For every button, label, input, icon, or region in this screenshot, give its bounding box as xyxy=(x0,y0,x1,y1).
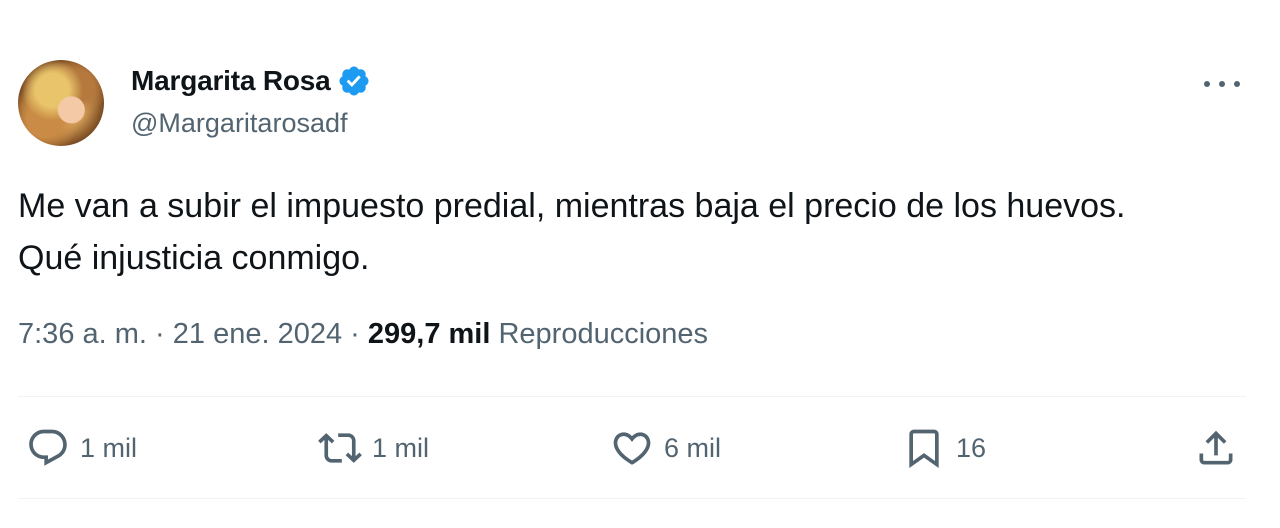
divider-bottom xyxy=(18,498,1246,499)
retweet-icon xyxy=(318,433,362,463)
like-button[interactable]: 6 mil xyxy=(610,420,721,476)
bookmark-icon xyxy=(909,429,939,469)
tweet-actions-bar: 1 mil 1 mil 6 mil 16 xyxy=(0,420,1280,476)
bookmark-button[interactable]: 16 xyxy=(902,420,986,476)
heart-icon xyxy=(613,432,651,465)
reply-button[interactable]: 1 mil xyxy=(26,420,137,476)
meta-separator: · xyxy=(155,318,165,350)
verified-badge-icon[interactable] xyxy=(337,64,371,98)
author-display-name[interactable]: Margarita Rosa xyxy=(131,65,331,97)
share-button[interactable] xyxy=(1194,420,1238,476)
views-count[interactable]: 299,7 mil xyxy=(368,318,491,350)
retweet-count: 1 mil xyxy=(372,432,430,463)
divider-top xyxy=(18,396,1246,397)
like-count: 6 mil xyxy=(664,432,722,463)
tweet-date[interactable]: 21 ene. 2024 xyxy=(173,318,342,350)
author-avatar[interactable] xyxy=(18,60,104,146)
more-options-icon[interactable] xyxy=(1204,70,1240,98)
retweet-button[interactable]: 1 mil xyxy=(318,420,429,476)
author-name-row: Margarita Rosa xyxy=(131,64,371,98)
tweet-meta: 7:36 a. m. · 21 ene. 2024 · 299,7 mil Re… xyxy=(18,318,708,351)
tweet-time[interactable]: 7:36 a. m. xyxy=(18,318,147,350)
views-label: Reproducciones xyxy=(498,318,709,350)
share-icon xyxy=(1199,430,1233,465)
reply-icon xyxy=(29,429,67,466)
tweet-text: Me van a subir el impuesto predial, mien… xyxy=(18,180,1268,284)
reply-count: 1 mil xyxy=(80,432,138,463)
tweet-text-line-2: Qué injusticia conmigo. xyxy=(18,239,370,277)
meta-separator: · xyxy=(350,318,360,350)
author-handle[interactable]: @Margaritarosadf xyxy=(131,108,348,139)
tweet-text-line-1: Me van a subir el impuesto predial, mien… xyxy=(18,187,1126,225)
bookmark-count: 16 xyxy=(956,432,987,463)
